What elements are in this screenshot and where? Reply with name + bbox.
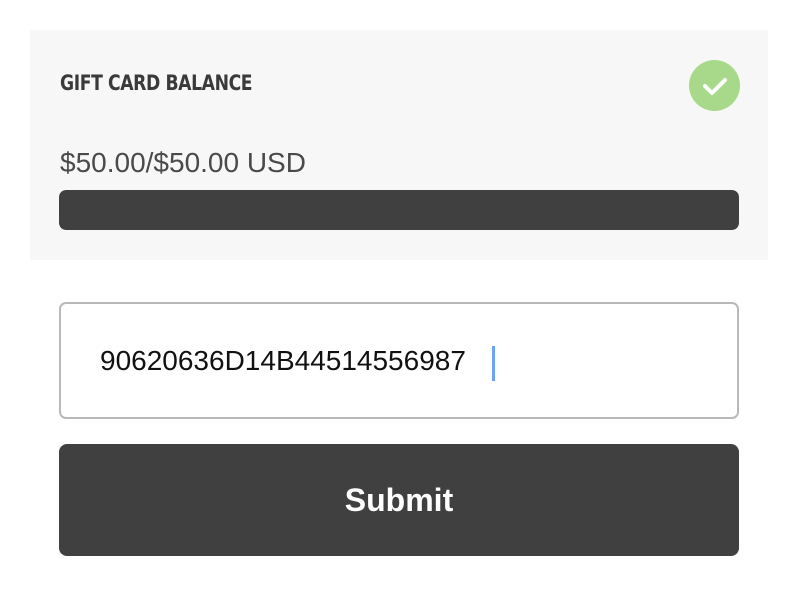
- gift-card-code-input[interactable]: [100, 304, 720, 417]
- submit-button[interactable]: Submit: [59, 444, 739, 556]
- gift-card-balance-panel: GIFT CARD BALANCE $50.00/$50.00 USD: [30, 30, 768, 260]
- panel-title: GIFT CARD BALANCE: [60, 71, 253, 95]
- balance-amount: $50.00/$50.00 USD: [60, 147, 306, 178]
- check-icon: [689, 60, 740, 111]
- text-caret: [492, 346, 495, 381]
- gift-card-page: GIFT CARD BALANCE $50.00/$50.00 USD Subm…: [0, 0, 788, 608]
- checkmark-glyph: [702, 77, 727, 95]
- gift-card-code-field[interactable]: [59, 302, 739, 419]
- balance-progress-bar: [59, 190, 739, 230]
- balance-progress-fill: [59, 190, 739, 230]
